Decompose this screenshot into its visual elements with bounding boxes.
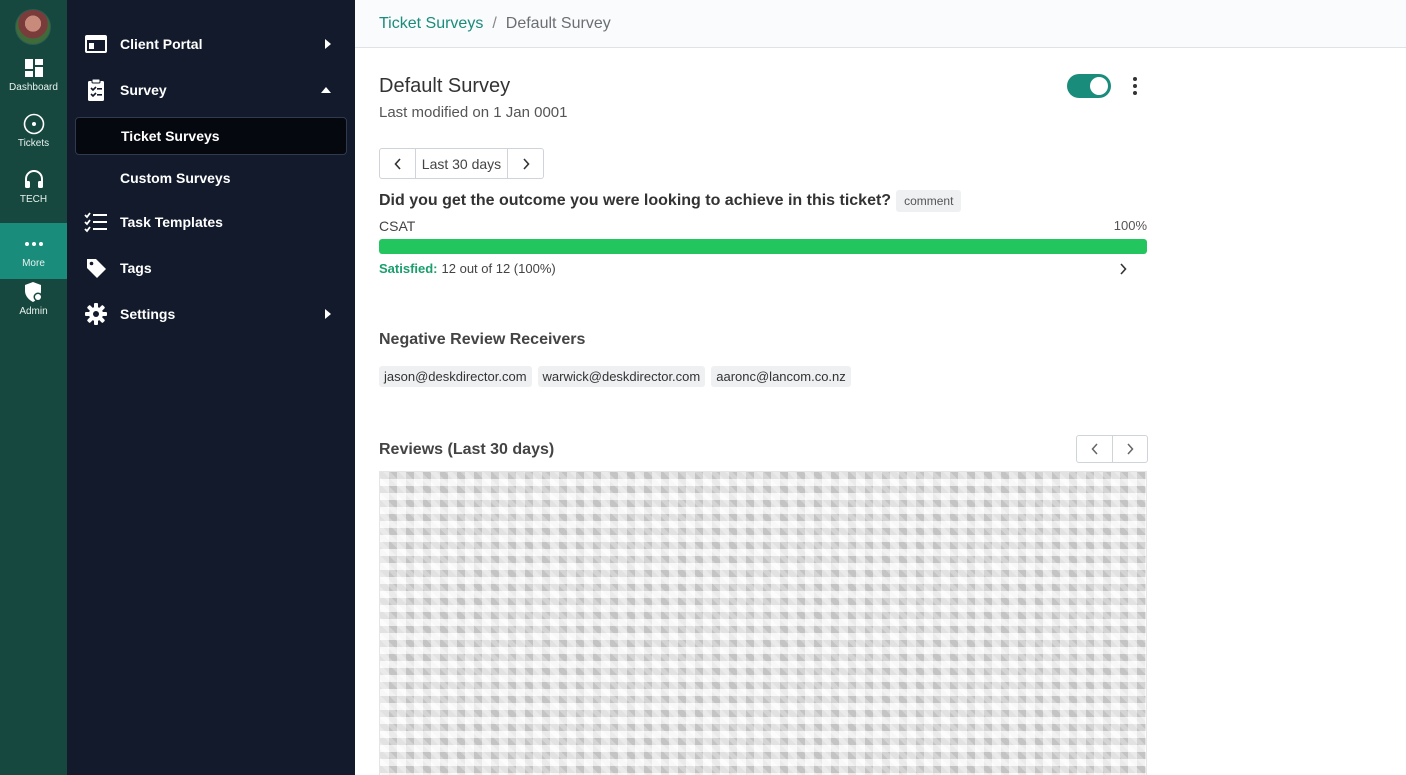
breadcrumb-current: Default Survey — [505, 14, 611, 32]
nav-label: Client Portal — [120, 36, 203, 52]
csat-progress-bar — [379, 239, 1147, 254]
last-modified: Last modified on 1 Jan 0001 — [379, 104, 568, 121]
satisfied-summary-row[interactable]: Satisfied: 12 out of 12 (100%) — [379, 261, 1147, 276]
receiver-list: jason@deskdirector.com warwick@deskdirec… — [379, 366, 851, 387]
range-prev-button[interactable] — [380, 149, 415, 178]
nav-subitem-ticket-surveys[interactable]: Ticket Surveys — [75, 117, 347, 155]
rail-item-tickets[interactable]: Tickets — [0, 103, 67, 159]
app-rail: Dashboard Tickets TECH More Admin — [0, 0, 67, 775]
nav-label: Survey — [120, 82, 167, 98]
reviews-title: Reviews (Last 30 days) — [379, 441, 555, 458]
rail-label: Admin — [19, 306, 48, 317]
rail-label: TECH — [19, 194, 48, 205]
receiver-email: warwick@deskdirector.com — [537, 366, 706, 387]
admin-shield-icon — [23, 281, 45, 303]
nav-label: Tags — [120, 260, 152, 276]
clipboard-icon — [84, 78, 108, 102]
toggle-knob — [1090, 77, 1108, 95]
nav-label: Ticket Surveys — [121, 128, 220, 144]
nav-subitem-custom-surveys[interactable]: Custom Surveys — [75, 159, 347, 197]
nav-label: Custom Surveys — [120, 170, 231, 186]
rail-label: Tickets — [17, 138, 50, 149]
page-title: Default Survey — [379, 75, 511, 97]
nav-item-tags[interactable]: Tags — [67, 248, 355, 288]
metric-label: CSAT — [379, 218, 416, 234]
tickets-icon — [23, 113, 45, 135]
breadcrumb-separator: / — [492, 14, 497, 32]
rail-item-admin[interactable]: Admin — [0, 271, 67, 327]
receivers-title: Negative Review Receivers — [379, 331, 586, 348]
nav-label: Settings — [120, 306, 176, 322]
survey-enabled-toggle[interactable] — [1067, 74, 1111, 98]
rail-item-tech[interactable]: TECH — [0, 159, 67, 215]
tag-icon — [84, 256, 108, 280]
satisfied-label: Satisfied: — [379, 261, 438, 276]
rail-label: Dashboard — [9, 82, 58, 93]
satisfied-value: 12 out of 12 (100%) — [441, 261, 556, 276]
reviews-list-redacted — [379, 471, 1147, 775]
chevron-right-icon — [522, 157, 530, 170]
more-dots-icon — [23, 233, 45, 255]
csat-progress-fill — [379, 239, 1147, 254]
chevron-right-icon[interactable] — [1119, 263, 1127, 275]
checklist-icon — [84, 210, 108, 234]
dashboard-icon — [23, 57, 45, 79]
rail-item-dashboard[interactable]: Dashboard — [0, 47, 67, 103]
secondary-nav: Client Portal Survey Ticket Surveys Cust… — [67, 0, 355, 775]
reviews-next-button[interactable] — [1112, 436, 1147, 462]
nav-item-client-portal[interactable]: Client Portal — [67, 24, 355, 64]
kebab-dot — [1133, 77, 1137, 81]
kebab-dot — [1133, 91, 1137, 95]
chevron-left-icon — [1090, 443, 1098, 455]
kebab-dot — [1133, 84, 1137, 88]
question-type-badge: comment — [896, 190, 962, 212]
chevron-right-icon — [1127, 443, 1134, 455]
range-label[interactable]: Last 30 days — [415, 149, 508, 178]
avatar[interactable] — [15, 9, 51, 45]
metric-percent: 100% — [1113, 218, 1147, 233]
nav-label: Task Templates — [120, 214, 223, 230]
caret-right-icon — [325, 309, 331, 319]
rail-label: More — [22, 258, 45, 269]
caret-right-icon — [325, 39, 331, 49]
nav-item-survey[interactable]: Survey — [67, 70, 355, 110]
nav-item-task-templates[interactable]: Task Templates — [67, 202, 355, 242]
breadcrumb-link-ticket-surveys[interactable]: Ticket Surveys — [379, 15, 483, 33]
survey-question: Did you get the outcome you were looking… — [379, 190, 962, 212]
reviews-prev-button[interactable] — [1077, 436, 1112, 462]
chevron-left-icon — [393, 157, 401, 170]
breadcrumb: Ticket Surveys / Default Survey — [355, 0, 1406, 48]
nav-item-settings[interactable]: Settings — [67, 294, 355, 334]
more-options-button[interactable] — [1127, 74, 1143, 98]
receiver-email: jason@deskdirector.com — [379, 366, 532, 387]
reviews-pager — [1076, 435, 1148, 463]
receiver-email: aaronc@lancom.co.nz — [711, 366, 851, 387]
date-range-selector: Last 30 days — [379, 148, 544, 179]
question-text: Did you get the outcome you were looking… — [379, 192, 892, 209]
portal-icon — [84, 32, 108, 56]
range-next-button[interactable] — [508, 149, 543, 178]
gear-icon — [84, 302, 108, 326]
headset-icon — [23, 169, 45, 191]
caret-up-icon — [321, 87, 331, 93]
